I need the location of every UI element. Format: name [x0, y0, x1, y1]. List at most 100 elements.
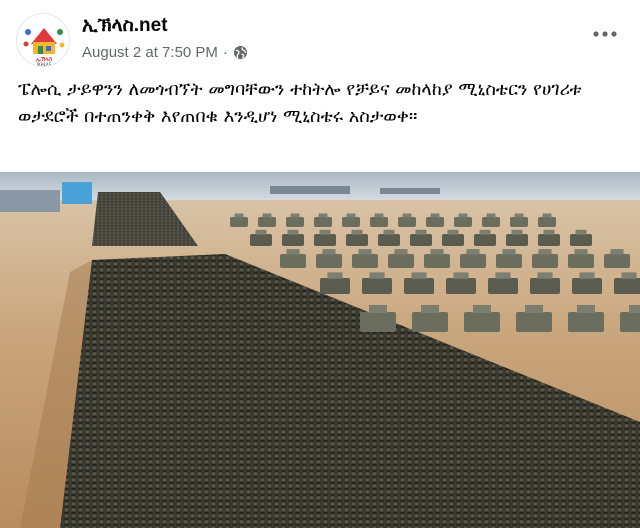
military-vehicle — [258, 217, 276, 227]
vehicle-turret — [453, 272, 469, 279]
military-vehicle — [532, 254, 558, 268]
military-vehicle — [280, 254, 306, 268]
military-vehicle — [442, 234, 464, 246]
vehicle-turret — [495, 272, 511, 279]
military-vehicle — [620, 312, 640, 332]
vehicle-turret — [458, 213, 468, 218]
page-avatar[interactable]: ኢኽላስ IKHLAS — [16, 13, 70, 67]
vehicle-turret — [430, 213, 440, 218]
vehicle-turret — [479, 229, 491, 235]
military-vehicle — [250, 234, 272, 246]
military-vehicle — [538, 217, 556, 227]
vehicle-turret — [394, 249, 408, 255]
vehicle-turret — [579, 272, 595, 279]
globe-icon[interactable] — [233, 45, 248, 60]
vehicle-turret — [575, 229, 587, 235]
military-vehicle — [316, 254, 342, 268]
facebook-post: ኢኽላስ IKHLAS ኢኽላስ.net August 2 at 7:50 PM… — [0, 0, 640, 528]
avatar-sub: IKHLAS — [37, 62, 52, 67]
military-vehicle — [570, 234, 592, 246]
vehicle-turret — [322, 249, 336, 255]
post-meta: August 2 at 7:50 PM · — [82, 44, 248, 61]
military-vehicle — [370, 217, 388, 227]
military-vehicle — [568, 254, 594, 268]
military-vehicle — [516, 312, 552, 332]
vehicle-turret — [574, 249, 588, 255]
post-timestamp[interactable]: August 2 at 7:50 PM — [82, 44, 218, 61]
vehicle-turret — [621, 272, 637, 279]
vehicle-turret — [327, 272, 343, 279]
military-vehicle — [360, 312, 396, 332]
military-parade-photo — [0, 172, 640, 528]
military-vehicle — [286, 217, 304, 227]
military-vehicle — [496, 254, 522, 268]
vehicle-turret — [629, 305, 640, 313]
vehicle-turret — [543, 229, 555, 235]
vehicle-turret — [421, 305, 439, 313]
vehicle-turret — [319, 229, 331, 235]
more-horizontal-icon — [593, 31, 617, 37]
military-vehicle — [464, 312, 500, 332]
military-vehicle — [488, 278, 518, 294]
vehicle-turret — [577, 305, 595, 313]
military-vehicle — [230, 217, 248, 227]
military-vehicle — [424, 254, 450, 268]
vehicle-turret — [346, 213, 356, 218]
post-caption: ፔሎሲ ታይዋንን ለመጎብኘት መግባቸውን ተከትሎ የቻይና መከላከያ … — [18, 79, 582, 127]
military-vehicle — [510, 217, 528, 227]
vehicle-turret — [430, 249, 444, 255]
post-header: ኢኽላስ IKHLAS ኢኽላስ.net August 2 at 7:50 PM… — [0, 0, 640, 70]
military-vehicle — [572, 278, 602, 294]
avatar-logo: ኢኽላስ IKHLAS — [18, 15, 69, 67]
vehicle-turret — [369, 272, 385, 279]
military-vehicle — [346, 234, 368, 246]
military-vehicle — [314, 234, 336, 246]
vehicle-turret — [255, 229, 267, 235]
military-vehicle — [604, 254, 630, 268]
military-vehicle — [614, 278, 640, 294]
military-vehicle — [282, 234, 304, 246]
meta-separator: · — [222, 44, 228, 61]
vehicle-turret — [447, 229, 459, 235]
vehicle-turret — [537, 272, 553, 279]
vehicle-turret — [287, 229, 299, 235]
vehicle-turret — [318, 213, 328, 218]
vehicle-turret — [415, 229, 427, 235]
military-vehicle — [482, 217, 500, 227]
military-vehicle — [320, 278, 350, 294]
military-vehicle — [398, 217, 416, 227]
vehicle-turret — [369, 305, 387, 313]
military-vehicle — [460, 254, 486, 268]
vehicle-turret — [351, 229, 363, 235]
vehicle-turret — [538, 249, 552, 255]
vehicle-turret — [358, 249, 372, 255]
vehicle-turret — [262, 213, 272, 218]
military-vehicle — [454, 217, 472, 227]
vehicle-turret — [286, 249, 300, 255]
vehicle-turret — [486, 213, 496, 218]
vehicle-turret — [383, 229, 395, 235]
military-vehicle — [404, 278, 434, 294]
vehicle-turret — [374, 213, 384, 218]
military-vehicle — [314, 217, 332, 227]
military-vehicle — [530, 278, 560, 294]
vehicle-turret — [411, 272, 427, 279]
military-vehicle — [352, 254, 378, 268]
post-photo[interactable] — [0, 172, 640, 528]
more-options-button[interactable] — [590, 24, 620, 44]
vehicle-turret — [525, 305, 543, 313]
vehicle-turret — [473, 305, 491, 313]
vehicle-turret — [511, 229, 523, 235]
vehicle-turret — [466, 249, 480, 255]
military-vehicle — [362, 278, 392, 294]
page-name-link[interactable]: ኢኽላስ.net — [82, 15, 168, 37]
vehicle-turret — [610, 249, 624, 255]
vehicle-turret — [402, 213, 412, 218]
military-vehicle — [426, 217, 444, 227]
vehicle-turret — [290, 213, 300, 218]
military-vehicle — [568, 312, 604, 332]
military-vehicle — [378, 234, 400, 246]
military-vehicle — [506, 234, 528, 246]
military-vehicle — [412, 312, 448, 332]
vehicle-turret — [514, 213, 524, 218]
